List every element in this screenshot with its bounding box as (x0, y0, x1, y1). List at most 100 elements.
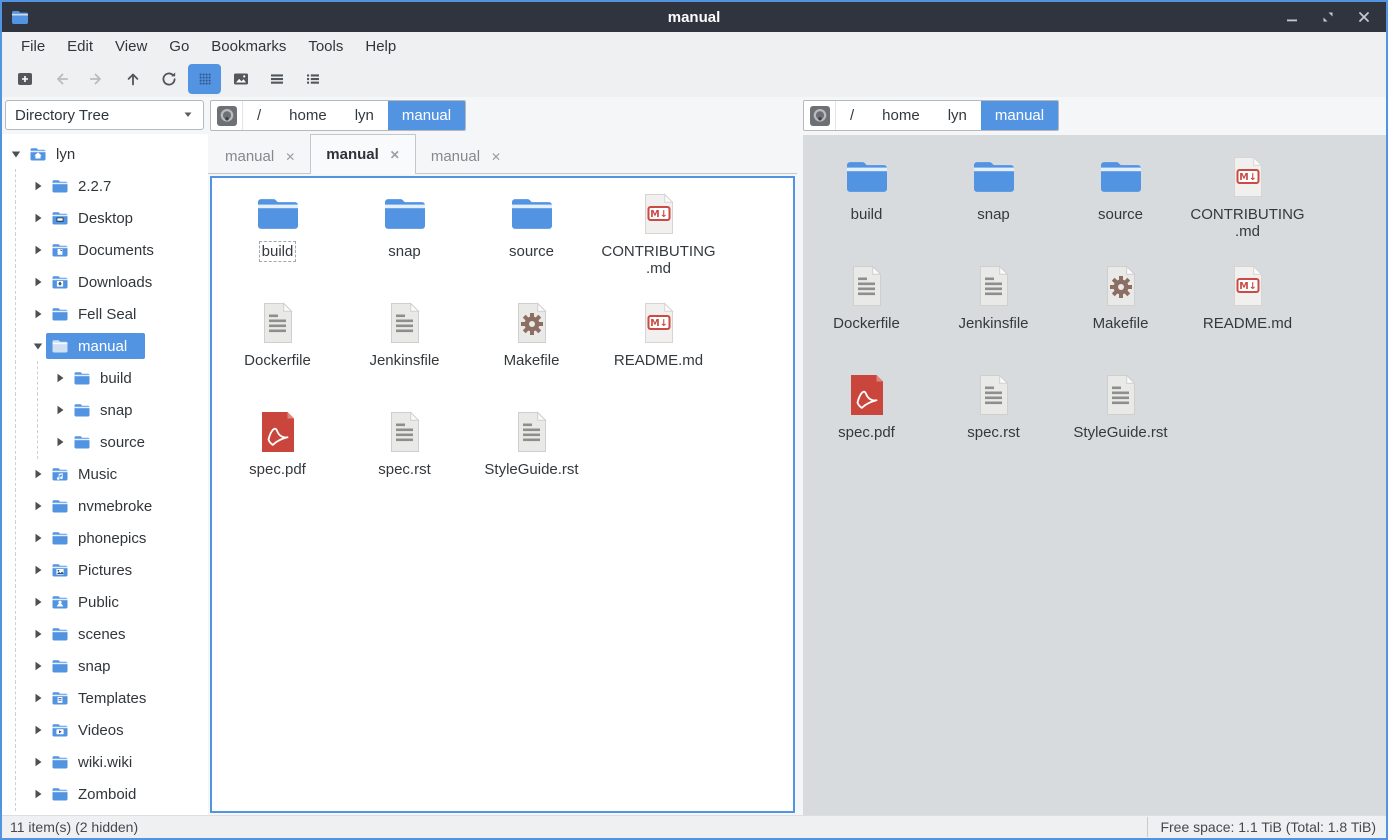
file-spec-pdf[interactable]: spec.pdf (803, 367, 930, 476)
file-jenkinsfile[interactable]: Jenkinsfile (341, 295, 468, 404)
tree-item-scenes[interactable]: scenes (2, 618, 208, 650)
tree-item-downloads[interactable]: Downloads (2, 266, 208, 298)
tree-item-fell-seal[interactable]: Fell Seal (2, 298, 208, 330)
tree-item-documents[interactable]: Documents (2, 234, 208, 266)
tab-manual-3[interactable]: manual✕ (416, 139, 516, 174)
tree-item-pictures[interactable]: Pictures (2, 554, 208, 586)
expander-closed-icon[interactable] (30, 692, 46, 704)
tree-item-desktop[interactable]: Desktop (2, 202, 208, 234)
titlebar[interactable]: manual (2, 2, 1386, 32)
expander-closed-icon[interactable] (30, 628, 46, 640)
file-spec-pdf[interactable]: spec.pdf (214, 404, 341, 513)
tree-item-nvmebroke[interactable]: nvmebroke (2, 490, 208, 522)
menu-go[interactable]: Go (158, 34, 200, 59)
sidebar-mode-select[interactable]: Directory Tree (5, 100, 204, 130)
expander-closed-icon[interactable] (30, 564, 46, 576)
expander-closed-icon[interactable] (30, 308, 46, 320)
file-spec-rst[interactable]: spec.rst (341, 404, 468, 513)
maximize-icon[interactable] (1320, 9, 1336, 25)
tab-close-icon[interactable]: ✕ (285, 150, 295, 164)
expander-closed-icon[interactable] (30, 756, 46, 768)
menu-bookmarks[interactable]: Bookmarks (200, 34, 297, 59)
tab-manual-1[interactable]: manual✕ (210, 139, 310, 174)
path-segment-home[interactable]: home (868, 101, 934, 130)
menu-file[interactable]: File (10, 34, 56, 59)
file-makefile[interactable]: Makefile (1057, 258, 1184, 367)
expander-closed-icon[interactable] (52, 436, 68, 448)
back-button[interactable] (44, 64, 77, 94)
expander-open-icon[interactable] (30, 340, 46, 352)
tree-item-templates[interactable]: Templates (2, 682, 208, 714)
compact-view-button[interactable] (260, 64, 293, 94)
new-tab-button[interactable] (8, 64, 41, 94)
path-segment-manual[interactable]: manual (981, 101, 1058, 130)
minimize-icon[interactable] (1284, 9, 1300, 25)
reload-button[interactable] (152, 64, 185, 94)
path-segment-root[interactable]: / (243, 101, 275, 130)
file-makefile[interactable]: Makefile (468, 295, 595, 404)
file-source[interactable]: source (468, 186, 595, 295)
right-file-view[interactable]: buildsnapsourceM↓CONTRIBUTING.md Dockerfi… (803, 135, 1386, 815)
file-readme-md[interactable]: M↓README.md (1184, 258, 1311, 367)
menu-view[interactable]: View (104, 34, 158, 59)
file-jenkinsfile[interactable]: Jenkinsfile (930, 258, 1057, 367)
menu-tools[interactable]: Tools (297, 34, 354, 59)
expander-open-icon[interactable] (8, 148, 24, 160)
tree-item-2-2-7[interactable]: 2.2.7 (2, 170, 208, 202)
icon-view-button[interactable] (188, 64, 221, 94)
menu-help[interactable]: Help (354, 34, 407, 59)
path-segment-home[interactable]: home (275, 101, 341, 130)
left-file-view[interactable]: buildsnapsourceM↓CONTRIBUTING.md Dockerfi… (210, 176, 795, 813)
tree-item-source[interactable]: source (2, 426, 208, 458)
tree-item-phonepics[interactable]: phonepics (2, 522, 208, 554)
tab-close-icon[interactable]: ✕ (491, 150, 501, 164)
tab-manual-2[interactable]: manual✕ (310, 134, 416, 174)
expander-closed-icon[interactable] (30, 596, 46, 608)
file-readme-md[interactable]: M↓README.md (595, 295, 722, 404)
path-segment-manual[interactable]: manual (388, 101, 465, 130)
expander-closed-icon[interactable] (30, 276, 46, 288)
file-spec-rst[interactable]: spec.rst (930, 367, 1057, 476)
expander-closed-icon[interactable] (30, 660, 46, 672)
file-source[interactable]: source (1057, 149, 1184, 258)
file-snap[interactable]: snap (930, 149, 1057, 258)
file-dockerfile[interactable]: Dockerfile (803, 258, 930, 367)
file-build[interactable]: build (803, 149, 930, 258)
tree-item-wiki-wiki[interactable]: wiki.wiki (2, 746, 208, 778)
expander-closed-icon[interactable] (30, 724, 46, 736)
path-segment-lyn[interactable]: lyn (341, 101, 388, 130)
tree-item-lyn[interactable]: lyn (2, 138, 208, 170)
tree-item-zomboid[interactable]: Zomboid (2, 778, 208, 810)
forward-button[interactable] (80, 64, 113, 94)
file-dockerfile[interactable]: Dockerfile (214, 295, 341, 404)
file-styleguide-rst[interactable]: StyleGuide.rst (468, 404, 595, 513)
tree-item-snap[interactable]: snap (2, 650, 208, 682)
drive-icon[interactable] (211, 101, 243, 130)
file-styleguide-rst[interactable]: StyleGuide.rst (1057, 367, 1184, 476)
tree-item-public[interactable]: Public (2, 586, 208, 618)
expander-closed-icon[interactable] (30, 244, 46, 256)
path-segment-lyn[interactable]: lyn (934, 101, 981, 130)
drive-icon[interactable] (804, 101, 836, 130)
expander-closed-icon[interactable] (52, 404, 68, 416)
close-icon[interactable] (1356, 9, 1372, 25)
tree-item-build[interactable]: build (2, 362, 208, 394)
file-contributing-md[interactable]: M↓CONTRIBUTING.md (1184, 149, 1311, 258)
file-snap[interactable]: snap (341, 186, 468, 295)
thumbnail-view-button[interactable] (224, 64, 257, 94)
tree-item-snap[interactable]: snap (2, 394, 208, 426)
expander-closed-icon[interactable] (30, 788, 46, 800)
tree-item-manual[interactable]: manual (2, 330, 208, 362)
file-contributing-md[interactable]: M↓CONTRIBUTING.md (595, 186, 722, 295)
tab-close-icon[interactable]: ✕ (390, 148, 400, 162)
menu-edit[interactable]: Edit (56, 34, 104, 59)
expander-closed-icon[interactable] (30, 532, 46, 544)
file-build[interactable]: build (214, 186, 341, 295)
expander-closed-icon[interactable] (30, 468, 46, 480)
expander-closed-icon[interactable] (52, 372, 68, 384)
path-segment-root[interactable]: / (836, 101, 868, 130)
up-button[interactable] (116, 64, 149, 94)
tree-item-music[interactable]: Music (2, 458, 208, 490)
expander-closed-icon[interactable] (30, 180, 46, 192)
tree-item-videos[interactable]: Videos (2, 714, 208, 746)
